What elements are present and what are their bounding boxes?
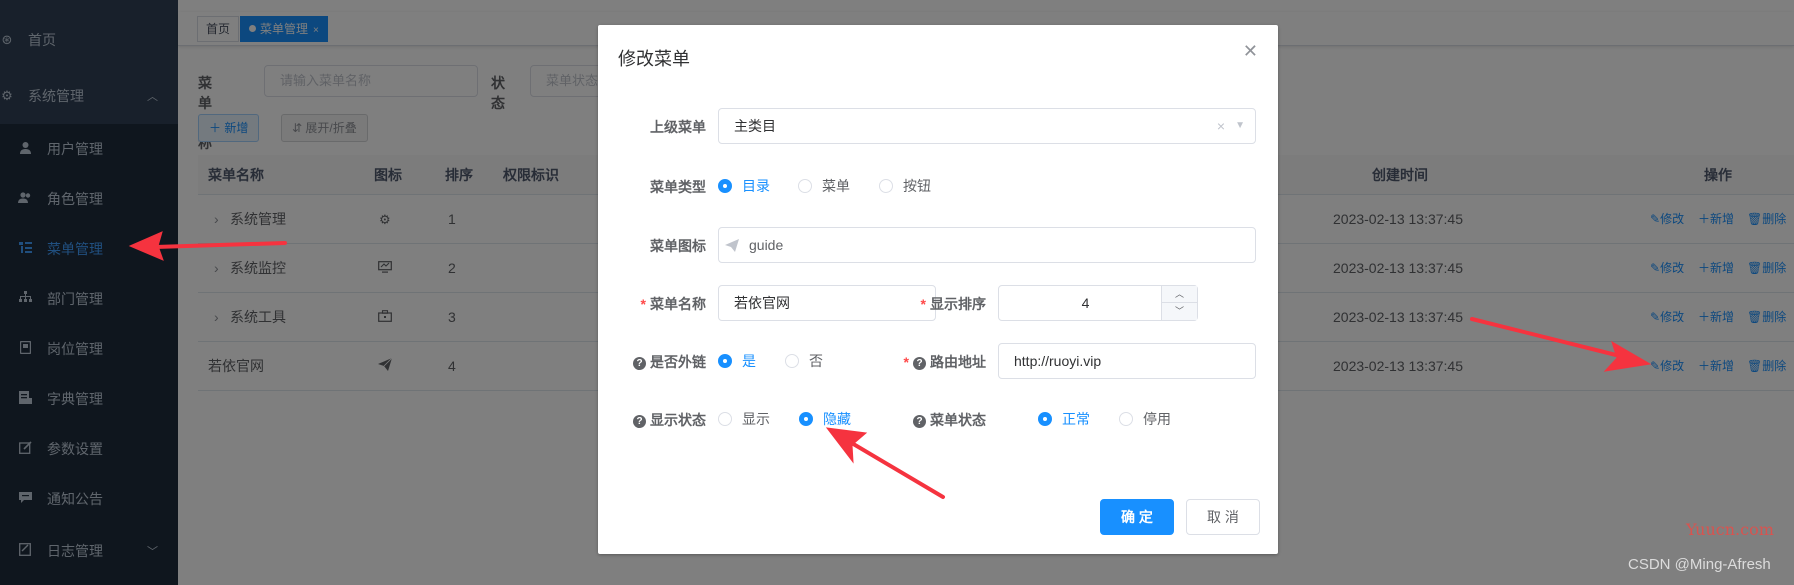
- arrow-to-hide-radio: [848, 440, 945, 499]
- arrow-to-edit-link: [1470, 317, 1622, 358]
- csdn-watermark: CSDN @Ming-Afresh: [1628, 556, 1771, 573]
- yuucn-watermark: Yuucn.com: [1686, 520, 1774, 539]
- arrow-to-menu-management: [153, 241, 287, 249]
- annotation-arrows: [128, 231, 1652, 499]
